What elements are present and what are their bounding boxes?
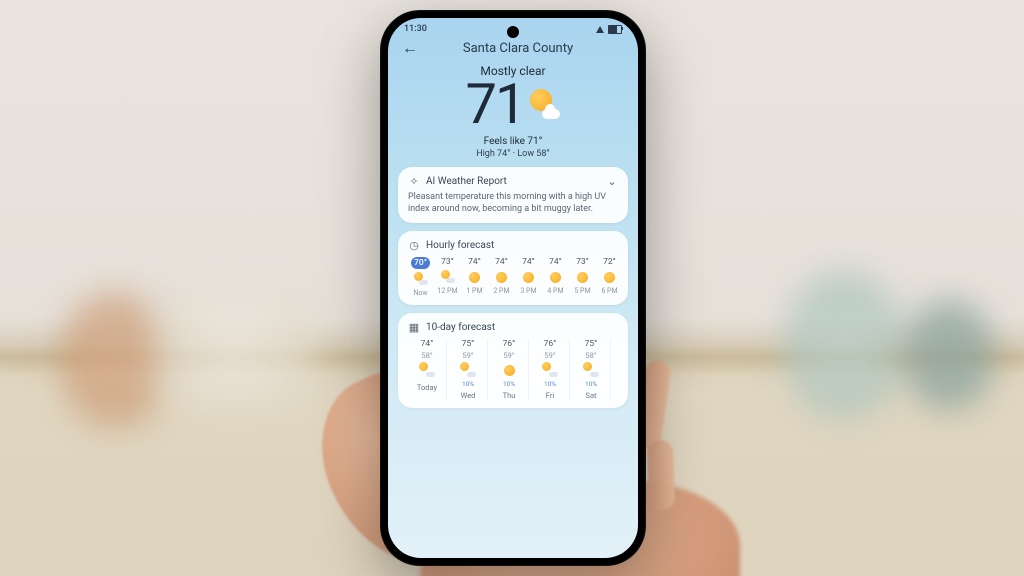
daily-cell[interactable]: 76° 59° 10% Fri [531,339,570,400]
daily-low: 59° [462,351,473,360]
photo-scene: 11:30 ← Santa Clara County Mostly clear … [0,0,1024,576]
hourly-temp: 73° [441,257,454,267]
hourly-cell[interactable]: 72° 6 PM [597,257,618,297]
hourly-temp: 74° [495,257,508,267]
daily-cell[interactable]: 76° 59° 10% Thu [490,339,529,400]
ai-report-title: AI Weather Report [426,176,507,187]
daily-low: 58° [585,351,596,360]
partly-cloudy-icon [419,362,435,378]
hourly-cell[interactable]: 74° 4 PM [543,257,568,297]
calendar-icon: ▦ [408,321,420,333]
phone-frame: 11:30 ← Santa Clara County Mostly clear … [380,10,646,566]
daily-high: 76° [503,339,516,349]
partly-cloudy-icon [460,362,476,378]
sparkle-icon: ✧ [408,175,420,187]
daily-high: 74° [421,339,434,349]
hourly-cell[interactable]: 73° 12 PM [435,257,460,297]
clock-icon: ◷ [408,239,420,251]
daily-title: 10-day forecast [426,322,495,333]
hourly-temp: 72° [603,257,616,267]
daily-label: Fri [546,391,554,400]
daily-label: Thu [503,391,516,400]
daily-row[interactable]: 74° 58° Today 75° 59° 10% Wed 76° 59° 10% Thu 76° 59… [408,339,618,400]
temp-value: 71 [466,76,525,132]
hourly-temp: 70° [411,257,430,269]
daily-low: 59° [503,351,514,360]
daily-high: 76° [544,339,557,349]
sunny-icon [495,270,509,284]
partly-cloudy-icon [414,272,428,286]
daily-forecast-card[interactable]: ▦ 10-day forecast 74° 58° Today 75° 59° 10% We… [398,313,628,408]
app-header: ← Santa Clara County [388,36,638,62]
sunny-icon [468,270,482,284]
ai-report-body: Pleasant temperature this morning with a… [408,191,618,215]
feels-like-text: Feels like 71° [398,136,628,147]
daily-high: 75° [462,339,475,349]
daily-cell[interactable]: 75° 59° 10% Wed [449,339,488,400]
daily-label: Today [417,383,437,392]
hourly-cell[interactable]: 70° Now [408,257,433,297]
background-object [784,270,904,420]
hourly-cell[interactable]: 74° 2 PM [489,257,514,297]
hourly-label: 12 PM [437,287,457,295]
phone-screen[interactable]: 11:30 ← Santa Clara County Mostly clear … [388,18,638,558]
daily-cell[interactable]: 71°57°10%Sun [613,339,618,400]
hourly-cell[interactable]: 73° 5 PM [570,257,595,297]
hourly-label: 1 PM [466,287,482,295]
daily-high: 75° [585,339,598,349]
hourly-label: 3 PM [520,287,536,295]
daily-cell[interactable]: 74° 58° Today [408,339,447,400]
background-object [904,300,994,410]
hourly-label: Now [413,289,427,297]
daily-cell[interactable]: 75° 58° 10% Sat [572,339,611,400]
hourly-row[interactable]: 70° Now 73° 12 PM 74° 1 PM 74° 2 PM 74° 3 PM 74° 4 … [408,257,618,297]
background-object [150,290,320,410]
sunny-icon [603,270,617,284]
sunny-icon [501,362,517,378]
partly-cloudy-icon [542,362,558,378]
hourly-label: 5 PM [574,287,590,295]
hourly-label: 4 PM [547,287,563,295]
status-time: 11:30 [404,24,427,34]
partly-cloudy-icon [526,87,560,121]
current-temp: 71 [398,76,628,132]
signal-icon [596,26,604,33]
hourly-temp: 73° [576,257,589,267]
battery-icon [608,25,622,34]
daily-precip: 10% [462,380,474,388]
sunny-icon [522,270,536,284]
high-low-text: High 74° · Low 58° [398,149,628,159]
daily-label: Wed [461,391,476,400]
weather-summary: Mostly clear 71 Feels like 71° High 74° … [388,64,638,159]
ai-report-card[interactable]: ✧ AI Weather Report ⌄ Pleasant temperatu… [398,167,628,223]
daily-low: 58° [421,351,432,360]
hourly-label: 6 PM [601,287,617,295]
hourly-forecast-card[interactable]: ◷ Hourly forecast 70°Now73°12 PM74°1 PM7… [398,231,628,305]
hourly-cell[interactable]: 74° 1 PM [462,257,487,297]
daily-label: Sat [586,391,597,400]
hourly-temp: 74° [468,257,481,267]
hourly-label: 2 PM [493,287,509,295]
location-title[interactable]: Santa Clara County [412,41,624,56]
hourly-temp: 74° [522,257,535,267]
sunny-icon [576,270,590,284]
daily-precip: 10% [585,380,597,388]
daily-precip: 10% [503,380,515,388]
partly-cloudy-icon [583,362,599,378]
daily-precip: 10% [544,380,556,388]
hourly-cell[interactable]: 74° 3 PM [516,257,541,297]
front-camera [507,26,519,38]
partly-cloudy-icon [441,270,455,284]
chevron-down-icon[interactable]: ⌄ [606,175,618,187]
daily-low: 59° [544,351,555,360]
hourly-title: Hourly forecast [426,240,494,251]
sunny-icon [549,270,563,284]
hourly-temp: 74° [549,257,562,267]
